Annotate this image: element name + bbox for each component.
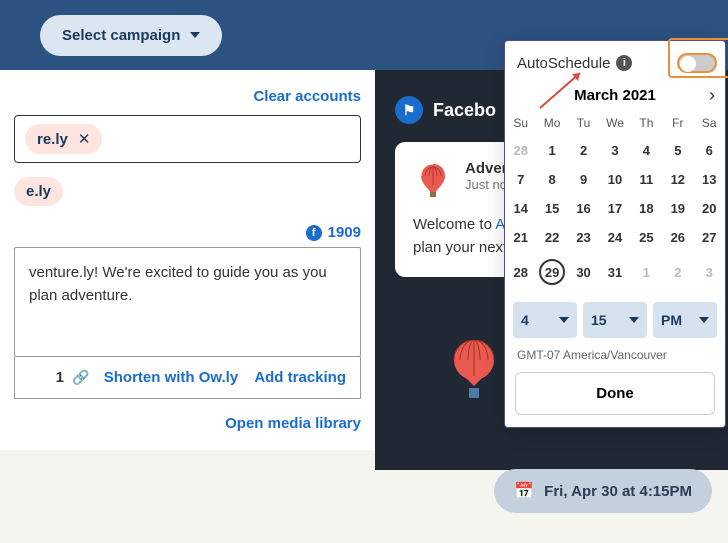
balloon-icon <box>413 160 453 200</box>
next-month-button[interactable]: › <box>709 85 715 106</box>
calendar-icon: 📅 <box>514 481 534 501</box>
weekday-header: Mo <box>536 110 567 136</box>
calendar-day[interactable]: 7 <box>505 165 536 194</box>
calendar-grid: SuMoTuWeThFrSa 2812345678910111213141516… <box>505 110 725 292</box>
toggle-knob <box>680 56 696 72</box>
calendar-day[interactable]: 26 <box>662 223 693 252</box>
weekday-header: Tu <box>568 110 599 136</box>
shorten-link[interactable]: Shorten with Ow.ly <box>104 369 238 386</box>
calendar-day[interactable]: 12 <box>662 165 693 194</box>
picker-header: AutoSchedule i <box>505 41 725 77</box>
balloon-icon <box>450 340 498 400</box>
character-count-row: f 1909 <box>14 224 361 241</box>
weekday-header: Th <box>631 110 662 136</box>
calendar-day[interactable]: 28 <box>505 136 536 165</box>
timezone-label: GMT-07 America/Vancouver <box>505 348 725 372</box>
month-label: March 2021 <box>574 87 656 104</box>
flag-icon: ⚑ <box>395 96 423 124</box>
close-icon[interactable]: ✕ <box>78 130 91 148</box>
calendar-day[interactable]: 1 <box>536 136 567 165</box>
calendar-day[interactable]: 2 <box>568 136 599 165</box>
calendar-day[interactable]: 6 <box>694 136 725 165</box>
calendar-day[interactable]: 13 <box>694 165 725 194</box>
chevron-down-icon <box>190 32 200 38</box>
calendar-day[interactable]: 31 <box>599 252 630 292</box>
calendar-day[interactable]: 18 <box>631 194 662 223</box>
calendar-day[interactable]: 19 <box>662 194 693 223</box>
clear-accounts-link[interactable]: Clear accounts <box>14 88 361 105</box>
info-icon[interactable]: i <box>616 55 632 71</box>
account-pill[interactable]: re.ly ✕ <box>25 124 102 154</box>
calendar-day[interactable]: 10 <box>599 165 630 194</box>
account-pill[interactable]: e.ly <box>14 177 63 206</box>
link-tools-row: 1 🔗 Shorten with Ow.ly Add tracking <box>14 357 361 399</box>
weekday-header: Fr <box>662 110 693 136</box>
scheduled-time-pill[interactable]: 📅 Fri, Apr 30 at 4:15PM <box>494 469 712 513</box>
weekday-header: Su <box>505 110 536 136</box>
autoschedule-toggle[interactable] <box>677 53 717 73</box>
done-button[interactable]: Done <box>515 372 715 415</box>
account-selector-box[interactable]: re.ly ✕ <box>14 115 361 163</box>
campaign-button-label: Select campaign <box>62 27 180 44</box>
composer-panel: Clear accounts re.ly ✕ e.ly f 1909 ventu… <box>0 70 375 450</box>
calendar-day[interactable]: 5 <box>662 136 693 165</box>
chevron-down-icon <box>699 317 709 323</box>
network-label: Facebo <box>433 100 496 121</box>
calendar-day[interactable]: 29 <box>536 252 567 292</box>
account-pill-label: e.ly <box>26 183 51 200</box>
calendar-day[interactable]: 3 <box>694 252 725 292</box>
char-count: 1909 <box>328 224 361 241</box>
chevron-down-icon <box>629 317 639 323</box>
weekday-header: Sa <box>694 110 725 136</box>
calendar-day[interactable]: 4 <box>631 136 662 165</box>
calendar-day[interactable]: 22 <box>536 223 567 252</box>
time-selectors: 4 15 PM <box>505 292 725 348</box>
calendar-day[interactable]: 24 <box>599 223 630 252</box>
scheduled-time-label: Fri, Apr 30 at 4:15PM <box>544 483 692 500</box>
calendar-day[interactable]: 23 <box>568 223 599 252</box>
ampm-select[interactable]: PM <box>653 302 717 338</box>
calendar-day[interactable]: 15 <box>536 194 567 223</box>
calendar-day[interactable]: 2 <box>662 252 693 292</box>
calendar-day[interactable]: 20 <box>694 194 725 223</box>
weekday-header: We <box>599 110 630 136</box>
calendar-day[interactable]: 27 <box>694 223 725 252</box>
calendar-day[interactable]: 30 <box>568 252 599 292</box>
calendar-day[interactable]: 21 <box>505 223 536 252</box>
calendar-day[interactable]: 14 <box>505 194 536 223</box>
open-media-library-link[interactable]: Open media library <box>14 415 361 432</box>
facebook-icon: f <box>306 225 322 241</box>
account-pill-label: re.ly <box>37 131 68 148</box>
message-textarea[interactable]: venture.ly! We're excited to guide you a… <box>14 247 361 357</box>
link-count: 1 <box>56 369 64 386</box>
calendar-day[interactable]: 8 <box>536 165 567 194</box>
account-pill-secondary: e.ly <box>14 177 361 206</box>
add-tracking-link[interactable]: Add tracking <box>254 369 346 386</box>
calendar-day[interactable]: 3 <box>599 136 630 165</box>
calendar-body: 2812345678910111213141516171819202122232… <box>505 136 725 292</box>
datetime-picker: AutoSchedule i March 2021 › SuMoTuWeThFr… <box>504 40 726 428</box>
link-icon: 🔗 <box>72 369 89 386</box>
calendar-day[interactable]: 9 <box>568 165 599 194</box>
calendar-day[interactable]: 11 <box>631 165 662 194</box>
calendar-day[interactable]: 1 <box>631 252 662 292</box>
minute-select[interactable]: 15 <box>583 302 647 338</box>
hour-select[interactable]: 4 <box>513 302 577 338</box>
chevron-down-icon <box>559 317 569 323</box>
select-campaign-button[interactable]: Select campaign <box>40 15 222 56</box>
calendar-day[interactable]: 16 <box>568 194 599 223</box>
calendar-day[interactable]: 17 <box>599 194 630 223</box>
autoschedule-label: AutoSchedule i <box>517 55 632 72</box>
month-nav: March 2021 › <box>505 77 725 110</box>
weekday-row: SuMoTuWeThFrSa <box>505 110 725 136</box>
calendar-day[interactable]: 28 <box>505 252 536 292</box>
calendar-day[interactable]: 25 <box>631 223 662 252</box>
